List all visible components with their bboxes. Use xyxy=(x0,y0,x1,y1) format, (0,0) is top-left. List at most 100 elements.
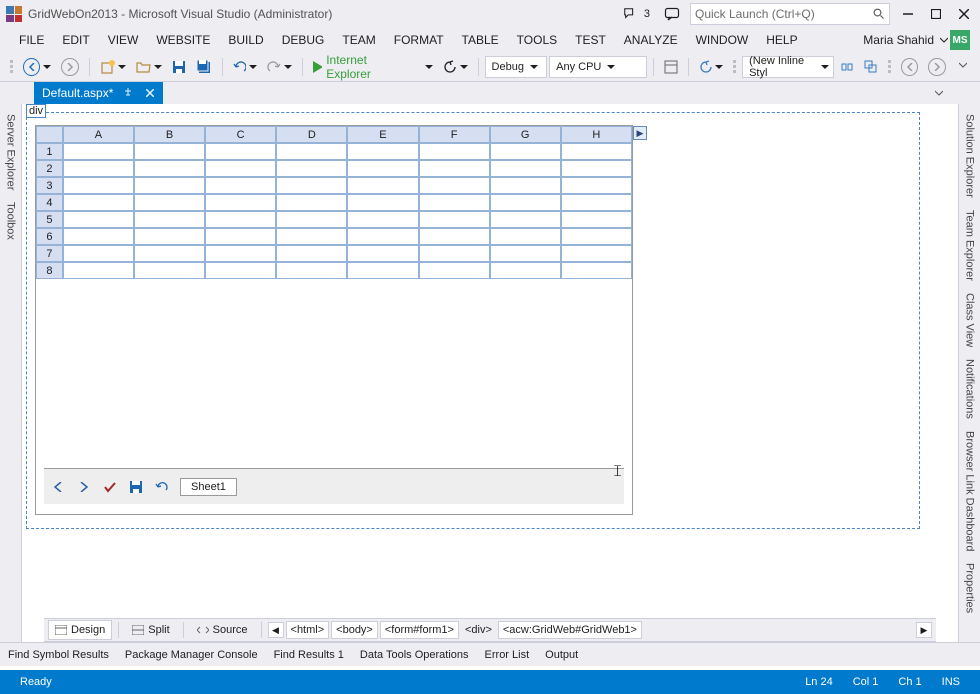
nav-back2-button[interactable] xyxy=(897,56,923,78)
col-header[interactable]: A xyxy=(63,126,134,143)
minimize-button[interactable] xyxy=(894,2,922,26)
cell[interactable] xyxy=(561,160,632,177)
cell[interactable] xyxy=(490,143,561,160)
layout-btn-1[interactable] xyxy=(836,56,858,78)
menu-edit[interactable]: EDIT xyxy=(53,33,98,47)
sheet-tab[interactable]: Sheet1 xyxy=(180,478,237,496)
cell[interactable] xyxy=(276,160,347,177)
row-header[interactable]: 1 xyxy=(36,143,63,160)
redo-button[interactable] xyxy=(263,56,295,78)
cell[interactable] xyxy=(134,245,205,262)
sidebar-browser-link[interactable]: Browser Link Dashboard xyxy=(964,425,976,557)
grid-undo-button[interactable] xyxy=(154,479,170,495)
tag-selector[interactable]: div xyxy=(26,104,46,118)
cell[interactable] xyxy=(134,194,205,211)
cell[interactable] xyxy=(276,177,347,194)
open-button[interactable] xyxy=(132,56,166,78)
quick-launch-input[interactable]: Quick Launch (Ctrl+Q) xyxy=(690,3,890,25)
row-header[interactable]: 7 xyxy=(36,245,63,262)
new-project-button[interactable] xyxy=(96,56,130,78)
output-tab-errorlist[interactable]: Error List xyxy=(485,649,530,661)
cell[interactable] xyxy=(63,228,134,245)
path-html[interactable]: <html> xyxy=(286,621,330,639)
menu-build[interactable]: BUILD xyxy=(219,33,272,47)
col-header[interactable]: B xyxy=(134,126,205,143)
cell[interactable] xyxy=(63,160,134,177)
feedback-icon[interactable] xyxy=(660,2,684,26)
browser-link-button[interactable] xyxy=(695,56,727,78)
cell[interactable] xyxy=(63,245,134,262)
cell[interactable] xyxy=(347,177,418,194)
undo-button[interactable] xyxy=(229,56,261,78)
col-header[interactable]: H xyxy=(561,126,632,143)
toolbar-overflow[interactable] xyxy=(952,56,974,78)
cell[interactable] xyxy=(276,143,347,160)
cell[interactable] xyxy=(419,143,490,160)
close-icon[interactable] xyxy=(143,86,157,100)
cell[interactable] xyxy=(276,262,347,279)
sidebar-team-explorer[interactable]: Team Explorer xyxy=(964,204,976,287)
output-tab-pmc[interactable]: Package Manager Console xyxy=(125,649,258,661)
cell[interactable] xyxy=(561,245,632,262)
tab-dropdown[interactable] xyxy=(930,82,948,104)
row-header[interactable]: 6 xyxy=(36,228,63,245)
output-tab-findsymbol[interactable]: Find Symbol Results xyxy=(8,649,109,661)
cell[interactable] xyxy=(276,194,347,211)
cell[interactable] xyxy=(561,211,632,228)
menu-tools[interactable]: TOOLS xyxy=(508,33,566,47)
grid-corner[interactable] xyxy=(36,126,63,143)
nav-back-button[interactable] xyxy=(19,56,55,78)
source-view-tab[interactable]: Source xyxy=(190,620,255,640)
cell[interactable] xyxy=(205,262,276,279)
row-header[interactable]: 4 xyxy=(36,194,63,211)
nav-forward-button[interactable] xyxy=(57,56,83,78)
cell[interactable] xyxy=(134,228,205,245)
platform-combo[interactable]: Any CPU xyxy=(549,56,647,78)
sidebar-solution-explorer[interactable]: Solution Explorer xyxy=(964,108,976,204)
save-all-button[interactable] xyxy=(192,56,216,78)
path-nav-fwd[interactable]: ▶ xyxy=(916,622,932,638)
cell[interactable] xyxy=(490,262,561,279)
grid-smart-tag[interactable]: ▶ xyxy=(633,126,647,140)
cell[interactable] xyxy=(134,143,205,160)
cell[interactable] xyxy=(134,262,205,279)
cell[interactable] xyxy=(490,177,561,194)
menu-debug[interactable]: DEBUG xyxy=(273,33,334,47)
cell[interactable] xyxy=(276,211,347,228)
cell[interactable] xyxy=(419,245,490,262)
cell[interactable] xyxy=(419,262,490,279)
menu-help[interactable]: HELP xyxy=(757,33,806,47)
notification-flag-icon[interactable] xyxy=(618,2,642,26)
menu-view[interactable]: VIEW xyxy=(99,33,148,47)
cell[interactable] xyxy=(63,211,134,228)
style-combo[interactable]: (New Inline Styl xyxy=(742,56,834,78)
design-view-tab[interactable]: Design xyxy=(48,620,112,640)
row-header[interactable]: 5 xyxy=(36,211,63,228)
cell[interactable] xyxy=(276,228,347,245)
gridweb-control[interactable]: A B C D E F G H 1 2 3 4 5 6 7 xyxy=(35,125,633,515)
cell[interactable] xyxy=(490,228,561,245)
sidebar-server-explorer[interactable]: Server Explorer xyxy=(5,108,17,196)
cell[interactable] xyxy=(205,245,276,262)
col-header[interactable]: G xyxy=(490,126,561,143)
start-debug-dropdown[interactable] xyxy=(419,56,438,78)
cell[interactable] xyxy=(561,194,632,211)
design-surface[interactable]: A B C D E F G H 1 2 3 4 5 6 7 xyxy=(26,112,920,529)
start-debug-button[interactable]: Internet Explorer xyxy=(309,56,417,78)
cell[interactable] xyxy=(347,211,418,228)
cell[interactable] xyxy=(347,143,418,160)
cell[interactable] xyxy=(419,160,490,177)
col-header[interactable]: F xyxy=(419,126,490,143)
cell[interactable] xyxy=(205,211,276,228)
cell[interactable] xyxy=(205,160,276,177)
cell[interactable] xyxy=(205,228,276,245)
document-tab-active[interactable]: Default.aspx* xyxy=(34,82,163,104)
maximize-button[interactable] xyxy=(922,2,950,26)
cell[interactable] xyxy=(347,228,418,245)
row-header[interactable]: 3 xyxy=(36,177,63,194)
cell[interactable] xyxy=(134,160,205,177)
cell[interactable] xyxy=(276,245,347,262)
pin-icon[interactable] xyxy=(121,86,135,100)
cell[interactable] xyxy=(490,245,561,262)
nav-fwd2-button[interactable] xyxy=(924,56,950,78)
